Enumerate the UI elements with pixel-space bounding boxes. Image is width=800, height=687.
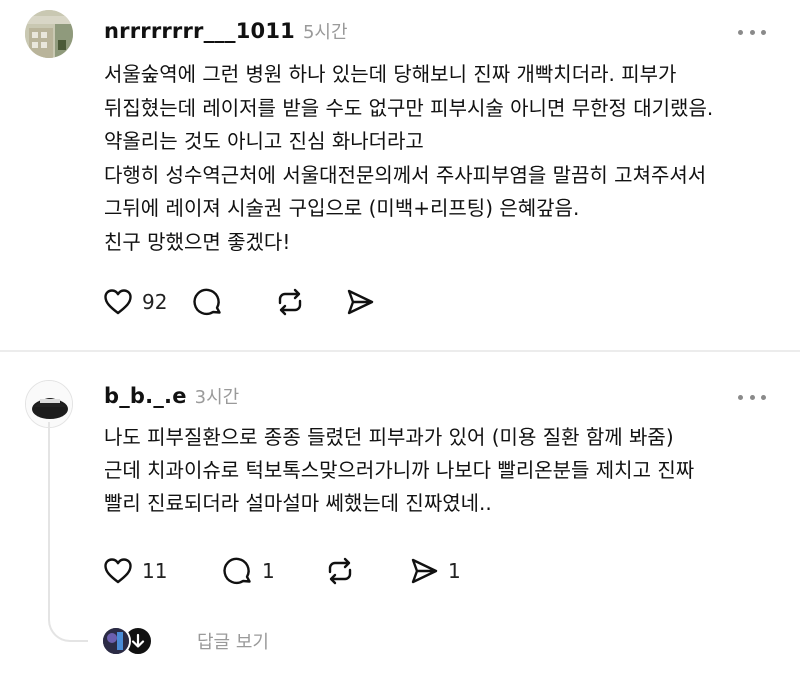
action-bar: 11 1 1 [102, 555, 461, 587]
share-button[interactable]: 1 [408, 555, 461, 587]
like-count: 11 [142, 559, 168, 583]
share-count: 1 [448, 559, 461, 583]
post-header: b_b._.e 3시간 [104, 383, 239, 409]
reply-avatar [101, 626, 131, 656]
speech-bubble-icon [223, 557, 251, 585]
view-replies-button[interactable]: 답글 보기 [101, 626, 269, 656]
post-text-line: 나도 피부질환으로 종종 들렸던 피부과가 있어 (미용 질환 함께 봐줌) [104, 425, 674, 449]
avatar[interactable] [25, 380, 73, 428]
post-card: b_b._.e 3시간 나도 피부질환으로 종종 들렸던 피부과가 있어 (미용… [0, 0, 800, 687]
post-text-line: 빨리 진료되더라 설마설마 쎄했는데 진짜였네.. [104, 491, 492, 515]
more-dots-icon[interactable] [738, 392, 766, 402]
comment-count: 1 [262, 559, 275, 583]
repost-button[interactable] [324, 555, 408, 587]
post-body: 나도 피부질환으로 종종 들렸던 피부과가 있어 (미용 질환 함께 봐줌) 근… [104, 421, 770, 520]
username[interactable]: b_b._.e [104, 384, 187, 408]
comment-button[interactable]: 1 [222, 555, 324, 587]
send-icon [411, 558, 438, 584]
heart-icon [104, 558, 132, 584]
view-replies-label: 답글 보기 [197, 632, 269, 653]
post-text-line: 근데 치과이슈로 턱보톡스맞으러가니까 나보다 빨리온분들 제치고 진짜 [104, 458, 695, 482]
post-time: 3시간 [194, 387, 240, 408]
thread-connector [48, 612, 88, 642]
repost-icon [328, 557, 352, 585]
thread-line [48, 422, 50, 620]
like-button[interactable]: 11 [102, 555, 222, 587]
